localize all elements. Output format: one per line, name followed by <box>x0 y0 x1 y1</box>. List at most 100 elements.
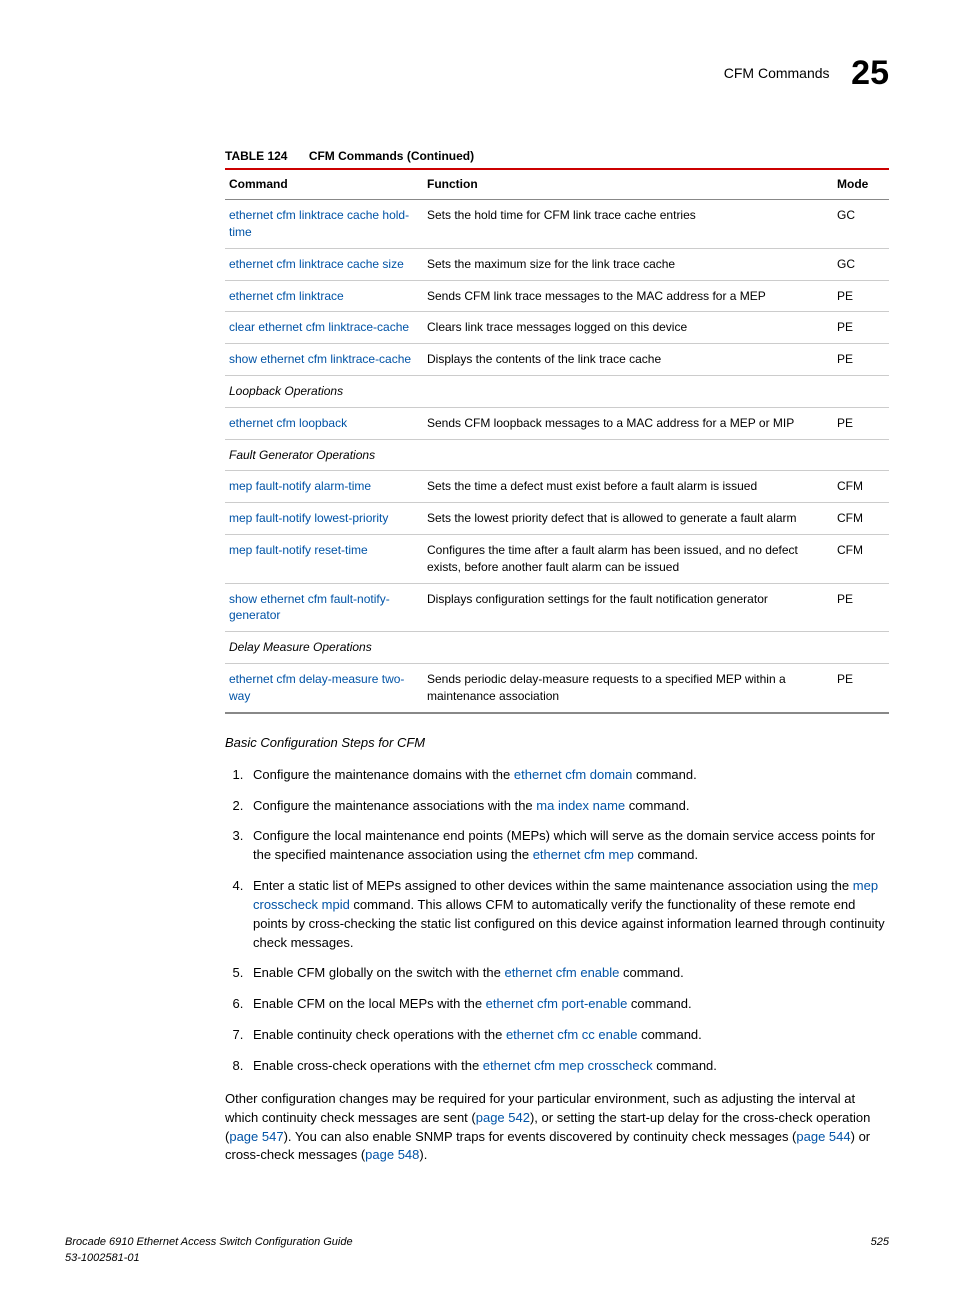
cell-command: mep fault-notify reset-time <box>225 534 423 583</box>
step-text: Enable cross-check operations with the <box>253 1058 483 1073</box>
command-link[interactable]: mep fault-notify lowest-priority <box>229 511 388 525</box>
command-link[interactable]: ethernet cfm mep <box>533 847 634 862</box>
cell-command: ethernet cfm delay-measure two-way <box>225 663 423 712</box>
table-row: Fault Generator Operations <box>225 439 889 471</box>
cell-command: clear ethernet cfm linktrace-cache <box>225 312 423 344</box>
command-link[interactable]: ethernet cfm linktrace <box>229 289 344 303</box>
page-link[interactable]: page 548 <box>365 1147 419 1162</box>
step-text: command. <box>634 847 698 862</box>
table-row: mep fault-notify lowest-priority Sets the… <box>225 503 889 535</box>
footer-left: Brocade 6910 Ethernet Access Switch Conf… <box>65 1235 353 1266</box>
table-title: CFM Commands (Continued) <box>309 149 474 163</box>
step-item: Configure the local maintenance end poin… <box>247 827 889 865</box>
command-link[interactable]: ethernet cfm port-enable <box>486 996 628 1011</box>
command-link[interactable]: ma index name <box>536 798 625 813</box>
cell-mode: PE <box>833 280 889 312</box>
table-row: mep fault-notify alarm-time Sets the time… <box>225 471 889 503</box>
th-command: Command <box>225 169 423 199</box>
step-item: Enable cross-check operations with the e… <box>247 1057 889 1076</box>
cell-command: mep fault-notify lowest-priority <box>225 503 423 535</box>
group-header: Delay Measure Operations <box>225 632 889 664</box>
para-text: ). <box>419 1147 427 1162</box>
cell-mode: GC <box>833 248 889 280</box>
command-link[interactable]: ethernet cfm delay-measure two-way <box>229 672 404 703</box>
cell-mode: CFM <box>833 503 889 535</box>
step-text: Configure the maintenance associations w… <box>253 798 536 813</box>
step-item: Configure the maintenance domains with t… <box>247 766 889 785</box>
step-text: command. <box>632 767 696 782</box>
step-item: Enter a static list of MEPs assigned to … <box>247 877 889 952</box>
step-text: Enable continuity check operations with … <box>253 1027 506 1042</box>
step-text: command. <box>627 996 691 1011</box>
command-link[interactable]: ethernet cfm mep crosscheck <box>483 1058 653 1073</box>
table-row: ethernet cfm linktrace cache hold-time Se… <box>225 200 889 249</box>
th-mode: Mode <box>833 169 889 199</box>
command-link[interactable]: show ethernet cfm linktrace-cache <box>229 352 411 366</box>
step-text: Configure the maintenance domains with t… <box>253 767 514 782</box>
page-footer: Brocade 6910 Ethernet Access Switch Conf… <box>65 1235 889 1266</box>
cfm-commands-table: Command Function Mode ethernet cfm linkt… <box>225 168 889 713</box>
table-row: ethernet cfm delay-measure two-way Sends … <box>225 663 889 712</box>
table-row: show ethernet cfm linktrace-cacheDisplay… <box>225 344 889 376</box>
table-row: ethernet cfm linktraceSends CFM link tra… <box>225 280 889 312</box>
table-caption: TABLE 124 CFM Commands (Continued) <box>225 148 889 165</box>
command-link[interactable]: clear ethernet cfm linktrace-cache <box>229 320 409 334</box>
cell-mode: CFM <box>833 534 889 583</box>
cell-mode: PE <box>833 312 889 344</box>
command-link[interactable]: ethernet cfm linktrace cache hold-time <box>229 208 409 239</box>
command-link[interactable]: ethernet cfm loopback <box>229 416 347 430</box>
page-link[interactable]: page 542 <box>476 1110 530 1125</box>
footer-doc-title: Brocade 6910 Ethernet Access Switch Conf… <box>65 1236 353 1248</box>
cell-command: show ethernet cfm linktrace-cache <box>225 344 423 376</box>
command-link[interactable]: mep fault-notify reset-time <box>229 543 368 557</box>
step-text: Enable CFM on the local MEPs with the <box>253 996 486 1011</box>
step-text: Enter a static list of MEPs assigned to … <box>253 878 853 893</box>
chapter-number: 25 <box>851 50 889 98</box>
cell-function: Displays configuration settings for the … <box>423 583 833 632</box>
cell-function: Sends CFM loopback messages to a MAC add… <box>423 407 833 439</box>
table-row: clear ethernet cfm linktrace-cache Clears… <box>225 312 889 344</box>
command-link[interactable]: ethernet cfm domain <box>514 767 633 782</box>
step-text: command. <box>619 965 683 980</box>
command-link[interactable]: ethernet cfm cc enable <box>506 1027 638 1042</box>
page-header: CFM Commands 25 <box>65 50 889 98</box>
table-header-row: Command Function Mode <box>225 169 889 199</box>
step-item: Enable CFM globally on the switch with t… <box>247 964 889 983</box>
table-row: ethernet cfm linktrace cache size Sets th… <box>225 248 889 280</box>
cell-function: Configures the time after a fault alarm … <box>423 534 833 583</box>
step-text: command. <box>653 1058 717 1073</box>
cell-function: Sets the maximum size for the link trace… <box>423 248 833 280</box>
step-text: command. <box>625 798 689 813</box>
step-text: command. <box>637 1027 701 1042</box>
header-title: CFM Commands <box>724 64 830 84</box>
cell-function: Sets the hold time for CFM link trace ca… <box>423 200 833 249</box>
cell-mode: PE <box>833 663 889 712</box>
step-item: Enable CFM on the local MEPs with the et… <box>247 995 889 1014</box>
cell-command: show ethernet cfm fault-notify-generator <box>225 583 423 632</box>
footer-doc-id: 53-1002581-01 <box>65 1252 140 1264</box>
cell-mode: PE <box>833 583 889 632</box>
section-title: Basic Configuration Steps for CFM <box>225 734 889 752</box>
table-label: TABLE 124 <box>225 149 287 163</box>
cell-function: Clears link trace messages logged on thi… <box>423 312 833 344</box>
footer-page-number: 525 <box>871 1235 889 1266</box>
page-link[interactable]: page 547 <box>229 1129 283 1144</box>
table-row: Loopback Operations <box>225 375 889 407</box>
command-link[interactable]: ethernet cfm linktrace cache size <box>229 257 404 271</box>
command-link[interactable]: ethernet cfm enable <box>504 965 619 980</box>
command-link[interactable]: show ethernet cfm fault-notify-generator <box>229 592 390 623</box>
cell-command: ethernet cfm linktrace cache hold-time <box>225 200 423 249</box>
cell-command: ethernet cfm linktrace cache size <box>225 248 423 280</box>
cell-function: Sets the lowest priority defect that is … <box>423 503 833 535</box>
command-link[interactable]: mep fault-notify alarm-time <box>229 479 371 493</box>
cell-function: Sets the time a defect must exist before… <box>423 471 833 503</box>
group-header: Loopback Operations <box>225 375 889 407</box>
table-row: mep fault-notify reset-time Configures th… <box>225 534 889 583</box>
cell-mode: CFM <box>833 471 889 503</box>
cell-function: Sends periodic delay-measure requests to… <box>423 663 833 712</box>
page-link[interactable]: page 544 <box>796 1129 850 1144</box>
table-row: ethernet cfm loopback Sends CFM loopback … <box>225 407 889 439</box>
steps-list: Configure the maintenance domains with t… <box>225 766 889 1076</box>
content-area: TABLE 124 CFM Commands (Continued) Comma… <box>225 148 889 1166</box>
cell-command: ethernet cfm linktrace <box>225 280 423 312</box>
